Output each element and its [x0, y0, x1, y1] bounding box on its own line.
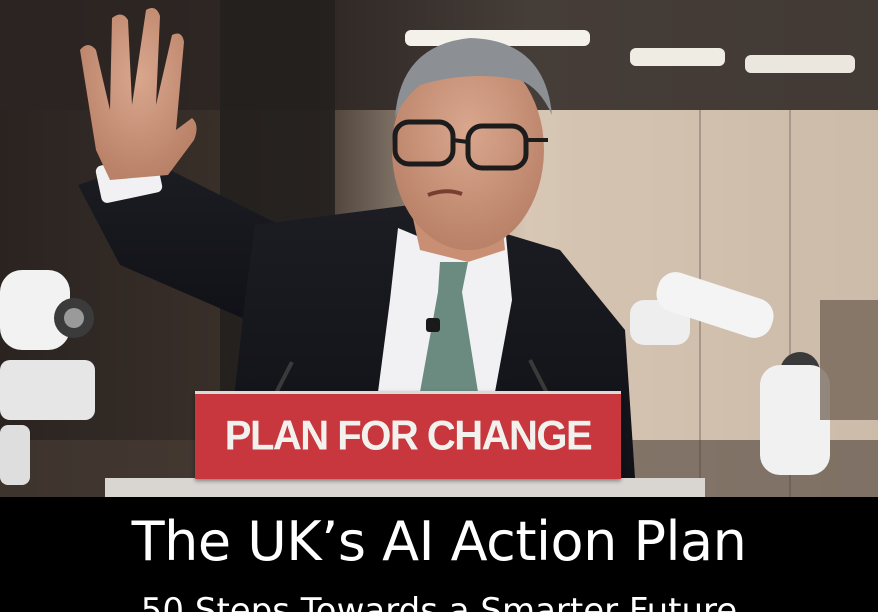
caption-bar: The UK’s AI Action Plan 50 Steps Towards…	[0, 497, 878, 612]
ceiling-light	[745, 55, 855, 73]
caption-title: The UK’s AI Action Plan	[131, 510, 747, 573]
podium-sign: PLAN FOR CHANGE	[195, 391, 621, 479]
podium-top	[105, 478, 705, 497]
news-image: PLAN FOR CHANGE The UK’s AI Action Plan …	[0, 0, 878, 612]
press-photo: PLAN FOR CHANGE	[0, 0, 878, 497]
podium-sign-text: PLAN FOR CHANGE	[224, 412, 593, 460]
ceiling-light	[630, 48, 725, 66]
caption-subtitle: 50 Steps Towards a Smarter Future	[140, 591, 738, 612]
